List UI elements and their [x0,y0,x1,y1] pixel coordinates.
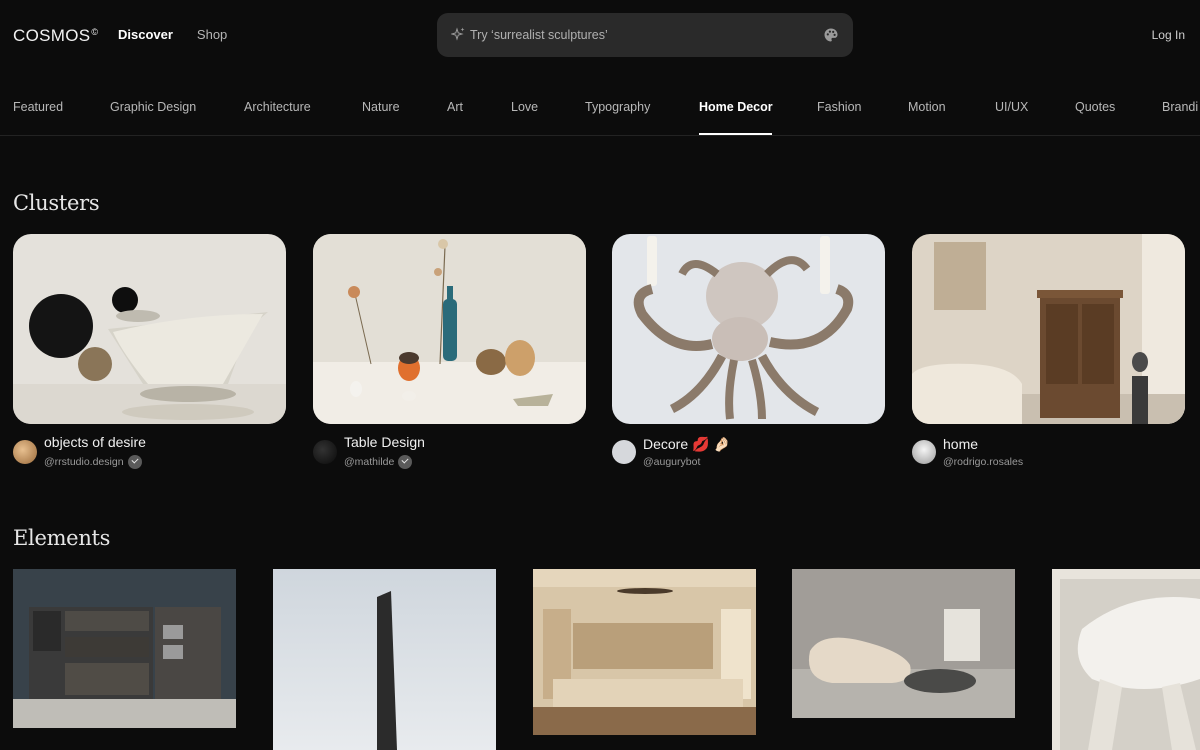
top-nav: Discover Shop [118,27,227,42]
cluster-name[interactable]: Table Design [344,434,425,450]
nav-discover[interactable]: Discover [118,27,173,42]
owner-handle: @mathilde [344,456,395,468]
tab-art[interactable]: Art [447,100,463,114]
element-kitchen-cabinet-image[interactable] [13,569,236,728]
cosmos-logo[interactable]: COSMOS© [13,26,98,46]
cluster-owner[interactable]: @mathilde [344,455,413,469]
cluster-name[interactable]: Decore 💋 🤌🏻 [643,436,731,453]
element-white-chair-image[interactable] [1052,569,1200,750]
tab-ui-ux[interactable]: UI/UX [995,100,1028,114]
login-link[interactable]: Log In [1152,28,1185,42]
tab-love[interactable]: Love [511,100,538,114]
element-living-room-image[interactable] [533,569,756,735]
owner-handle: @rodrigo.rosales [943,456,1024,468]
cluster-owner[interactable]: @augurybot [643,456,700,468]
cluster-card[interactable]: home @rodrigo.rosales [912,234,1185,468]
verified-icon [127,455,142,469]
logo-mark: © [91,27,99,37]
cluster-thumbnail-decore[interactable] [612,234,885,424]
tab-home-decor[interactable]: Home Decor [699,100,773,114]
tab-featured[interactable]: Featured [13,100,63,114]
search-input[interactable] [470,13,810,57]
avatar[interactable] [13,440,37,464]
elements-heading: Elements [13,526,111,550]
cluster-name[interactable]: home [943,436,978,452]
tab-graphic-design[interactable]: Graphic Design [110,100,196,114]
cluster-card[interactable]: Table Design @mathilde [313,234,586,469]
owner-handle: @rrstudio.design [44,456,124,468]
palette-icon[interactable] [823,27,839,43]
tab-branding[interactable]: Brandi [1162,100,1198,114]
tab-fashion[interactable]: Fashion [817,100,861,114]
top-bar: COSMOS© Discover Shop Log In [0,0,1200,70]
cluster-thumbnail-table-design[interactable] [313,234,586,424]
cluster-owner[interactable]: @rodrigo.rosales [943,456,1023,468]
cluster-name[interactable]: objects of desire [44,434,146,450]
avatar[interactable] [313,440,337,464]
clusters-heading: Clusters [13,191,100,215]
tab-typography[interactable]: Typography [585,100,650,114]
verified-icon [398,455,413,469]
nav-shop[interactable]: Shop [197,27,227,42]
category-tabs: Featured Graphic Design Architecture Nat… [0,70,1200,136]
tab-nature[interactable]: Nature [362,100,400,114]
tab-motion[interactable]: Motion [908,100,946,114]
cluster-thumbnail-home[interactable] [912,234,1185,424]
cluster-owner[interactable]: @rrstudio.design [44,455,142,469]
avatar[interactable] [912,440,936,464]
tab-quotes[interactable]: Quotes [1075,100,1115,114]
tab-architecture[interactable]: Architecture [244,100,311,114]
owner-handle: @augurybot [643,456,701,468]
search-bar[interactable] [437,13,853,57]
cluster-card[interactable]: objects of desire @rrstudio.design [13,234,286,469]
active-tab-indicator [699,133,772,135]
cluster-card[interactable]: Decore 💋 🤌🏻 @augurybot [612,234,885,468]
element-curved-sofa-image[interactable] [792,569,1015,718]
avatar[interactable] [612,440,636,464]
sparkle-icon [451,27,465,41]
logo-text: COSMOS [13,26,91,45]
cluster-thumbnail-objects-of-desire[interactable] [13,234,286,424]
element-monolith-image[interactable] [273,569,496,750]
